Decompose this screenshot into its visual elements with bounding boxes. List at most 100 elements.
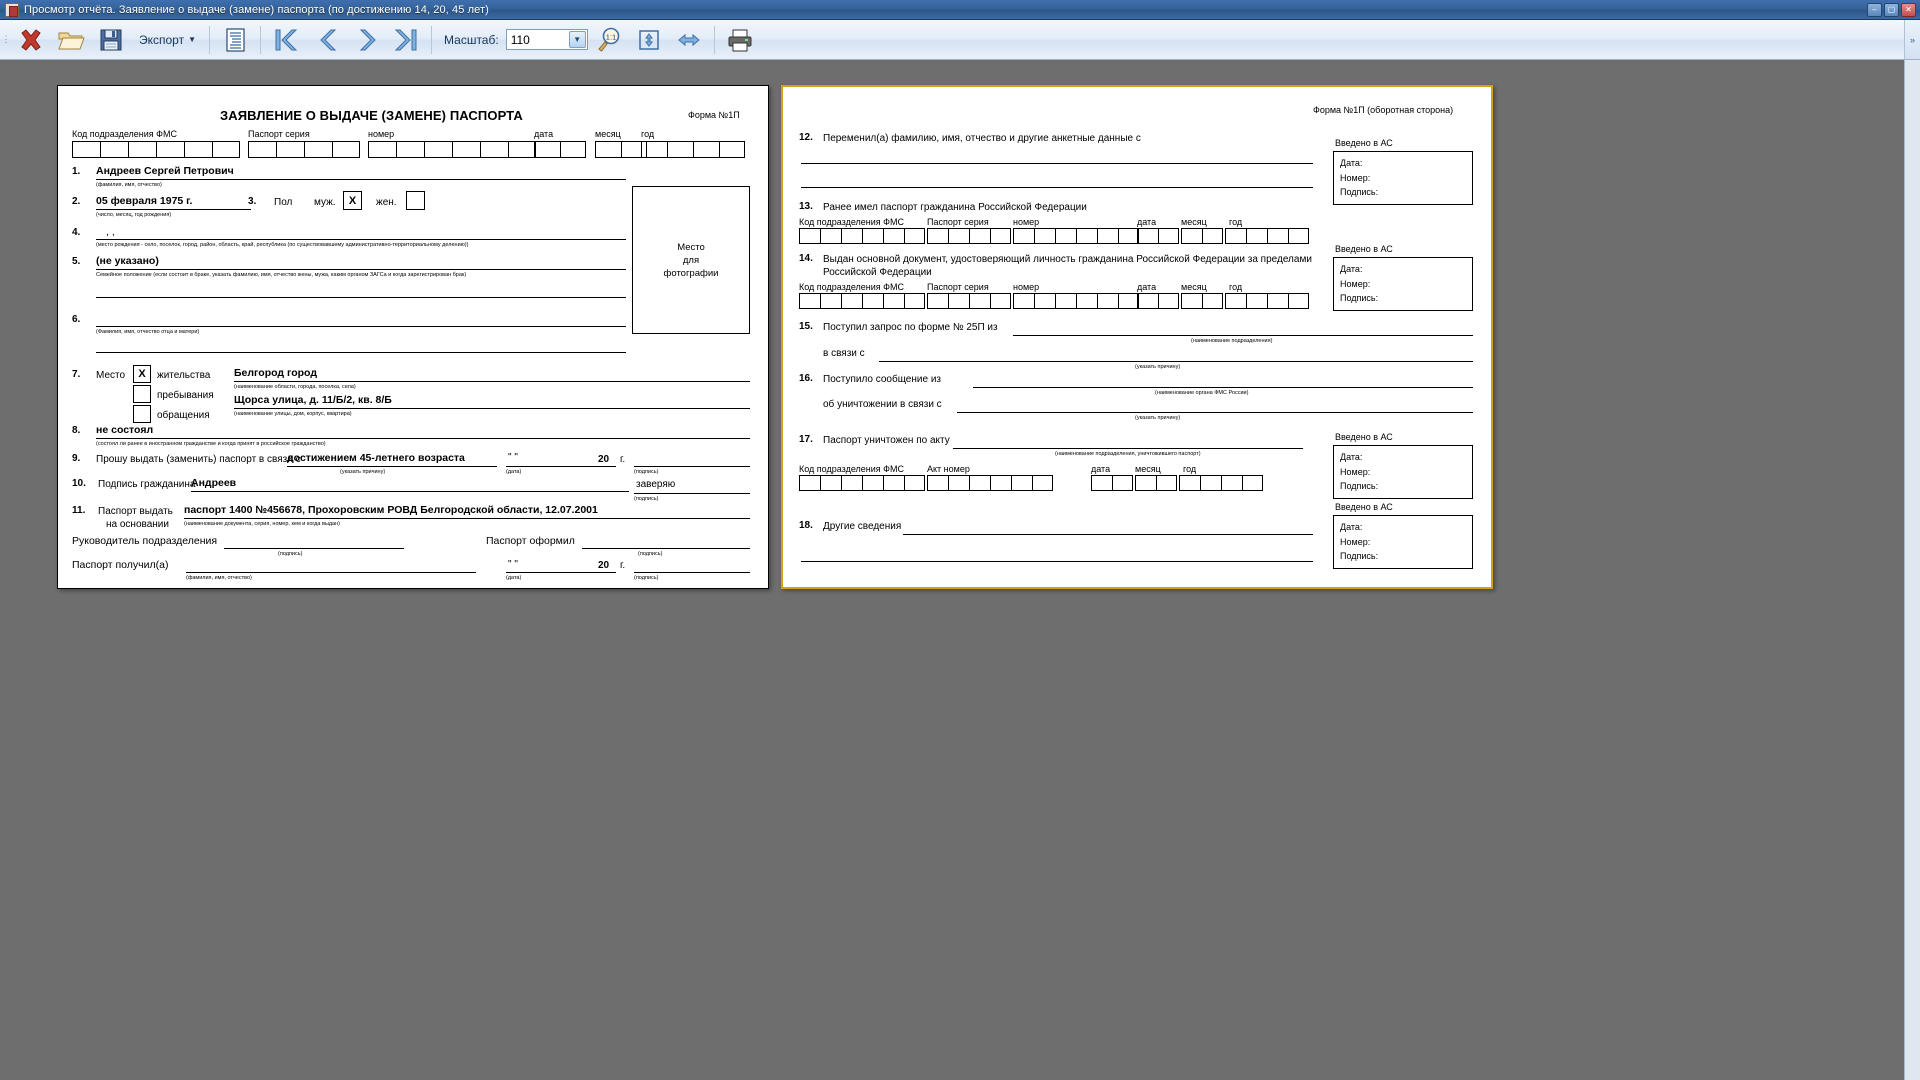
- stay-checkbox[interactable]: [133, 385, 151, 403]
- window-title: Просмотр отчёта. Заявление о выдаче (зам…: [24, 3, 489, 16]
- item-14-code-label: Код подразделения ФМС: [799, 282, 904, 292]
- report-page-front[interactable]: ЗАЯВЛЕНИЕ О ВЫДАЧЕ (ЗАМЕНЕ) ПАСПОРТА Фор…: [57, 85, 769, 589]
- print-button[interactable]: [721, 23, 759, 57]
- year-cells[interactable]: [641, 141, 745, 158]
- item-5-rule-2: [96, 297, 626, 298]
- window-controls: – ▢ ✕: [1867, 2, 1916, 17]
- export-menu-button[interactable]: Экспорт ▼: [132, 25, 203, 55]
- item-7-city-rule: [234, 381, 750, 382]
- fit-page-icon: [638, 29, 659, 50]
- item-13-number-cells[interactable]: [1013, 228, 1139, 244]
- item-14-year-label: год: [1229, 282, 1243, 292]
- save-button[interactable]: [92, 23, 130, 57]
- item-13-series-label: Паспорт серия: [927, 217, 989, 227]
- item-16-label: Поступило сообщение из: [823, 374, 941, 385]
- item-14-series-cells[interactable]: [927, 293, 1011, 309]
- item-9-sign-rule: [634, 466, 750, 467]
- item-13-month-cells[interactable]: [1181, 228, 1223, 244]
- item-13-date-cells[interactable]: [1137, 228, 1179, 244]
- item-17-year-cells[interactable]: [1179, 475, 1263, 491]
- fit-width-button[interactable]: [670, 23, 708, 57]
- received-date-rule: [506, 572, 616, 573]
- item-7-city-value: Белгород город: [234, 367, 317, 379]
- document-outline-icon: [226, 27, 245, 52]
- item-14-code-cells[interactable]: [799, 293, 925, 309]
- maximize-button[interactable]: ▢: [1884, 2, 1899, 17]
- item-5-rule: [96, 269, 626, 270]
- month-cells[interactable]: [595, 141, 647, 158]
- item-9-date-rule: [506, 466, 616, 467]
- toolbar-separator: [209, 25, 211, 54]
- residence-checkbox[interactable]: X: [133, 365, 151, 383]
- item-16-number: 16.: [799, 373, 813, 384]
- scale-combobox[interactable]: 110 ▼: [505, 29, 588, 50]
- gender-male-checkbox[interactable]: X: [343, 191, 362, 210]
- item-17-hint: (наименование подразделения, уничтоживше…: [1055, 451, 1201, 457]
- toolbar-grip[interactable]: ⋮: [2, 26, 11, 54]
- item-9-hint: (указать причину): [340, 469, 386, 475]
- item-17-date-cells[interactable]: [1091, 475, 1133, 491]
- item-17-code-cells[interactable]: [799, 475, 925, 491]
- vertical-scrollbar[interactable]: [1904, 60, 1920, 1080]
- close-button[interactable]: ✕: [1901, 2, 1916, 17]
- prev-page-button[interactable]: [307, 23, 345, 57]
- first-page-button[interactable]: [267, 23, 305, 57]
- item-14-date-cells[interactable]: [1137, 293, 1179, 309]
- item-9-number: 9.: [72, 453, 81, 464]
- last-page-button[interactable]: [387, 23, 425, 57]
- outline-button[interactable]: [216, 23, 254, 57]
- toolbar-separator: [431, 25, 433, 54]
- item-18-number: 18.: [799, 520, 813, 531]
- item-17-label: Паспорт уничтожен по акту: [823, 435, 950, 446]
- open-file-button[interactable]: [52, 23, 90, 57]
- item-4-rule: [96, 239, 626, 240]
- photo-line-1: Место: [677, 241, 705, 253]
- item-15-number: 15.: [799, 321, 813, 332]
- item-14-label-b: Российской Федерации: [823, 267, 932, 278]
- item-13-year-cells[interactable]: [1225, 228, 1309, 244]
- as-sign-1: Подпись:: [1340, 187, 1379, 197]
- fit-width-icon: [677, 33, 700, 46]
- date-cells[interactable]: [534, 141, 586, 158]
- item-17-year-label: год: [1183, 464, 1197, 474]
- report-page-back[interactable]: Форма №1П (оборотная сторона) 12. Переме…: [781, 85, 1493, 589]
- as-block-2: Дата: Номер: Подпись:: [1333, 257, 1473, 311]
- appeal-checkbox[interactable]: [133, 405, 151, 423]
- item-14-number-cells[interactable]: [1013, 293, 1139, 309]
- item-13-series-cells[interactable]: [927, 228, 1011, 244]
- series-cells[interactable]: [248, 141, 360, 158]
- gender-female-checkbox[interactable]: [406, 191, 425, 210]
- item-10-rule: [191, 491, 629, 492]
- chevron-down-icon[interactable]: ▼: [568, 31, 586, 48]
- next-page-button[interactable]: [347, 23, 385, 57]
- minimize-button[interactable]: –: [1867, 2, 1882, 17]
- item-12-number: 12.: [799, 132, 813, 143]
- item-11-label-a: Паспорт выдать: [98, 506, 173, 517]
- item-14-month-cells[interactable]: [1181, 293, 1223, 309]
- item-9-label: Прошу выдать (заменить) паспорт в связи …: [96, 454, 301, 465]
- report-viewport: ЗАЯВЛЕНИЕ О ВЫДАЧЕ (ЗАМЕНЕ) ПАСПОРТА Фор…: [0, 60, 1920, 1080]
- toolbar-overflow-button[interactable]: »: [1904, 20, 1920, 59]
- actual-size-button[interactable]: 1:1: [590, 23, 628, 57]
- close-report-button[interactable]: [12, 23, 50, 57]
- item-13-code-label: Код подразделения ФМС: [799, 217, 904, 227]
- item-17-act-cells[interactable]: [927, 475, 1053, 491]
- number-cells[interactable]: [368, 141, 536, 158]
- item-18-rule-2: [801, 561, 1313, 562]
- fit-page-button[interactable]: [630, 23, 668, 57]
- number-label: номер: [368, 129, 395, 139]
- item-1-rule: [96, 179, 626, 180]
- item-14-month-label: месяц: [1181, 282, 1207, 292]
- item-8-hint: (состоял ли ранее в иностранном гражданс…: [96, 441, 326, 447]
- as-number-3: Номер:: [1340, 466, 1371, 477]
- item-1-number: 1.: [72, 166, 81, 177]
- item-17-month-cells[interactable]: [1135, 475, 1177, 491]
- as-sign-2: Подпись:: [1340, 293, 1379, 303]
- item-14-year-cells[interactable]: [1225, 293, 1309, 309]
- code-label: Код подразделения ФМС: [72, 129, 177, 139]
- code-cells[interactable]: [72, 141, 240, 158]
- item-15b-hint: (указать причину): [1135, 364, 1181, 370]
- item-13-code-cells[interactable]: [799, 228, 925, 244]
- issued-sign-hint: (подпись): [638, 551, 663, 557]
- item-9-value: достижением 45-летнего возраста: [287, 452, 465, 464]
